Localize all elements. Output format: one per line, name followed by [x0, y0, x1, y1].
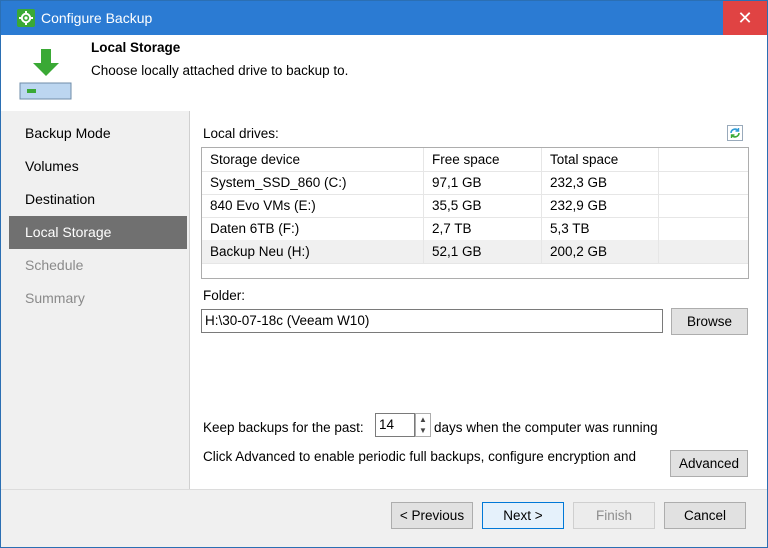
- page-title: Local Storage: [91, 40, 181, 55]
- browse-button[interactable]: Browse: [671, 308, 748, 335]
- wizard-nav: Backup Mode Volumes Destination Local St…: [9, 117, 187, 315]
- previous-button[interactable]: < Previous: [391, 502, 473, 529]
- advanced-info-text: Click Advanced to enable periodic full b…: [203, 449, 637, 464]
- nav-item-destination[interactable]: Destination: [9, 183, 187, 216]
- page-subtitle: Choose locally attached drive to backup …: [91, 63, 349, 78]
- cell-device: Backup Neu (H:): [202, 240, 424, 263]
- cell-total: 232,9 GB: [542, 194, 659, 217]
- column-header-free-space[interactable]: Free space: [424, 148, 542, 171]
- retention-stepper[interactable]: ▲ ▼: [415, 413, 431, 437]
- cell-device: Daten 6TB (F:): [202, 217, 424, 240]
- next-button[interactable]: Next >: [482, 502, 564, 529]
- local-storage-panel: Local drives: Storage device Free space …: [189, 111, 767, 489]
- table-header-row: Storage device Free space Total space: [202, 148, 748, 172]
- drive-download-icon: [19, 45, 73, 101]
- cell-free: 52,1 GB: [424, 240, 542, 263]
- table-row[interactable]: 840 Evo VMs (E:) 35,5 GB 232,9 GB: [202, 194, 748, 218]
- nav-item-backup-mode[interactable]: Backup Mode: [9, 117, 187, 150]
- table-row-selected[interactable]: Backup Neu (H:) 52,1 GB 200,2 GB: [202, 240, 748, 264]
- retention-prefix-label: Keep backups for the past:: [203, 420, 364, 435]
- cell-total: 200,2 GB: [542, 240, 659, 263]
- table-row[interactable]: System_SSD_860 (C:) 97,1 GB 232,3 GB: [202, 171, 748, 195]
- column-header-storage-device[interactable]: Storage device: [202, 148, 424, 171]
- cell-device: 840 Evo VMs (E:): [202, 194, 424, 217]
- page-header: Local Storage Choose locally attached dr…: [1, 35, 767, 111]
- table-row[interactable]: Daten 6TB (F:) 2,7 TB 5,3 TB: [202, 217, 748, 241]
- nav-item-local-storage[interactable]: Local Storage: [9, 216, 187, 249]
- column-header-total-space[interactable]: Total space: [542, 148, 659, 171]
- drives-table: Storage device Free space Total space Sy…: [201, 147, 749, 279]
- configure-backup-window: Configure Backup ✕ Local Storage Choose …: [0, 0, 768, 548]
- nav-item-volumes[interactable]: Volumes: [9, 150, 187, 183]
- window-title: Configure Backup: [41, 10, 153, 26]
- app-gear-icon: [17, 9, 35, 27]
- cell-free: 35,5 GB: [424, 194, 542, 217]
- cell-total: 5,3 TB: [542, 217, 659, 240]
- folder-label: Folder:: [203, 288, 246, 303]
- title-bar: Configure Backup ✕: [1, 1, 767, 35]
- cell-free: 2,7 TB: [424, 217, 542, 240]
- chevron-down-icon[interactable]: ▼: [416, 425, 430, 436]
- folder-path-input[interactable]: H:\30-07-18c (Veeam W10): [201, 309, 663, 333]
- cell-device: System_SSD_860 (C:): [202, 171, 424, 194]
- nav-item-schedule: Schedule: [25, 257, 84, 273]
- cancel-button[interactable]: Cancel: [664, 502, 746, 529]
- local-drives-label: Local drives:: [203, 126, 279, 141]
- footer-divider: [1, 489, 767, 490]
- close-button[interactable]: ✕: [723, 1, 767, 35]
- retention-suffix-label: days when the computer was running: [434, 420, 658, 435]
- retention-days-input[interactable]: 14: [375, 413, 415, 437]
- cell-free: 97,1 GB: [424, 171, 542, 194]
- refresh-icon[interactable]: [727, 125, 743, 141]
- nav-item-summary: Summary: [25, 290, 85, 306]
- chevron-up-icon[interactable]: ▲: [416, 414, 430, 425]
- advanced-button[interactable]: Advanced: [670, 450, 748, 477]
- finish-button: Finish: [573, 502, 655, 529]
- cell-total: 232,3 GB: [542, 171, 659, 194]
